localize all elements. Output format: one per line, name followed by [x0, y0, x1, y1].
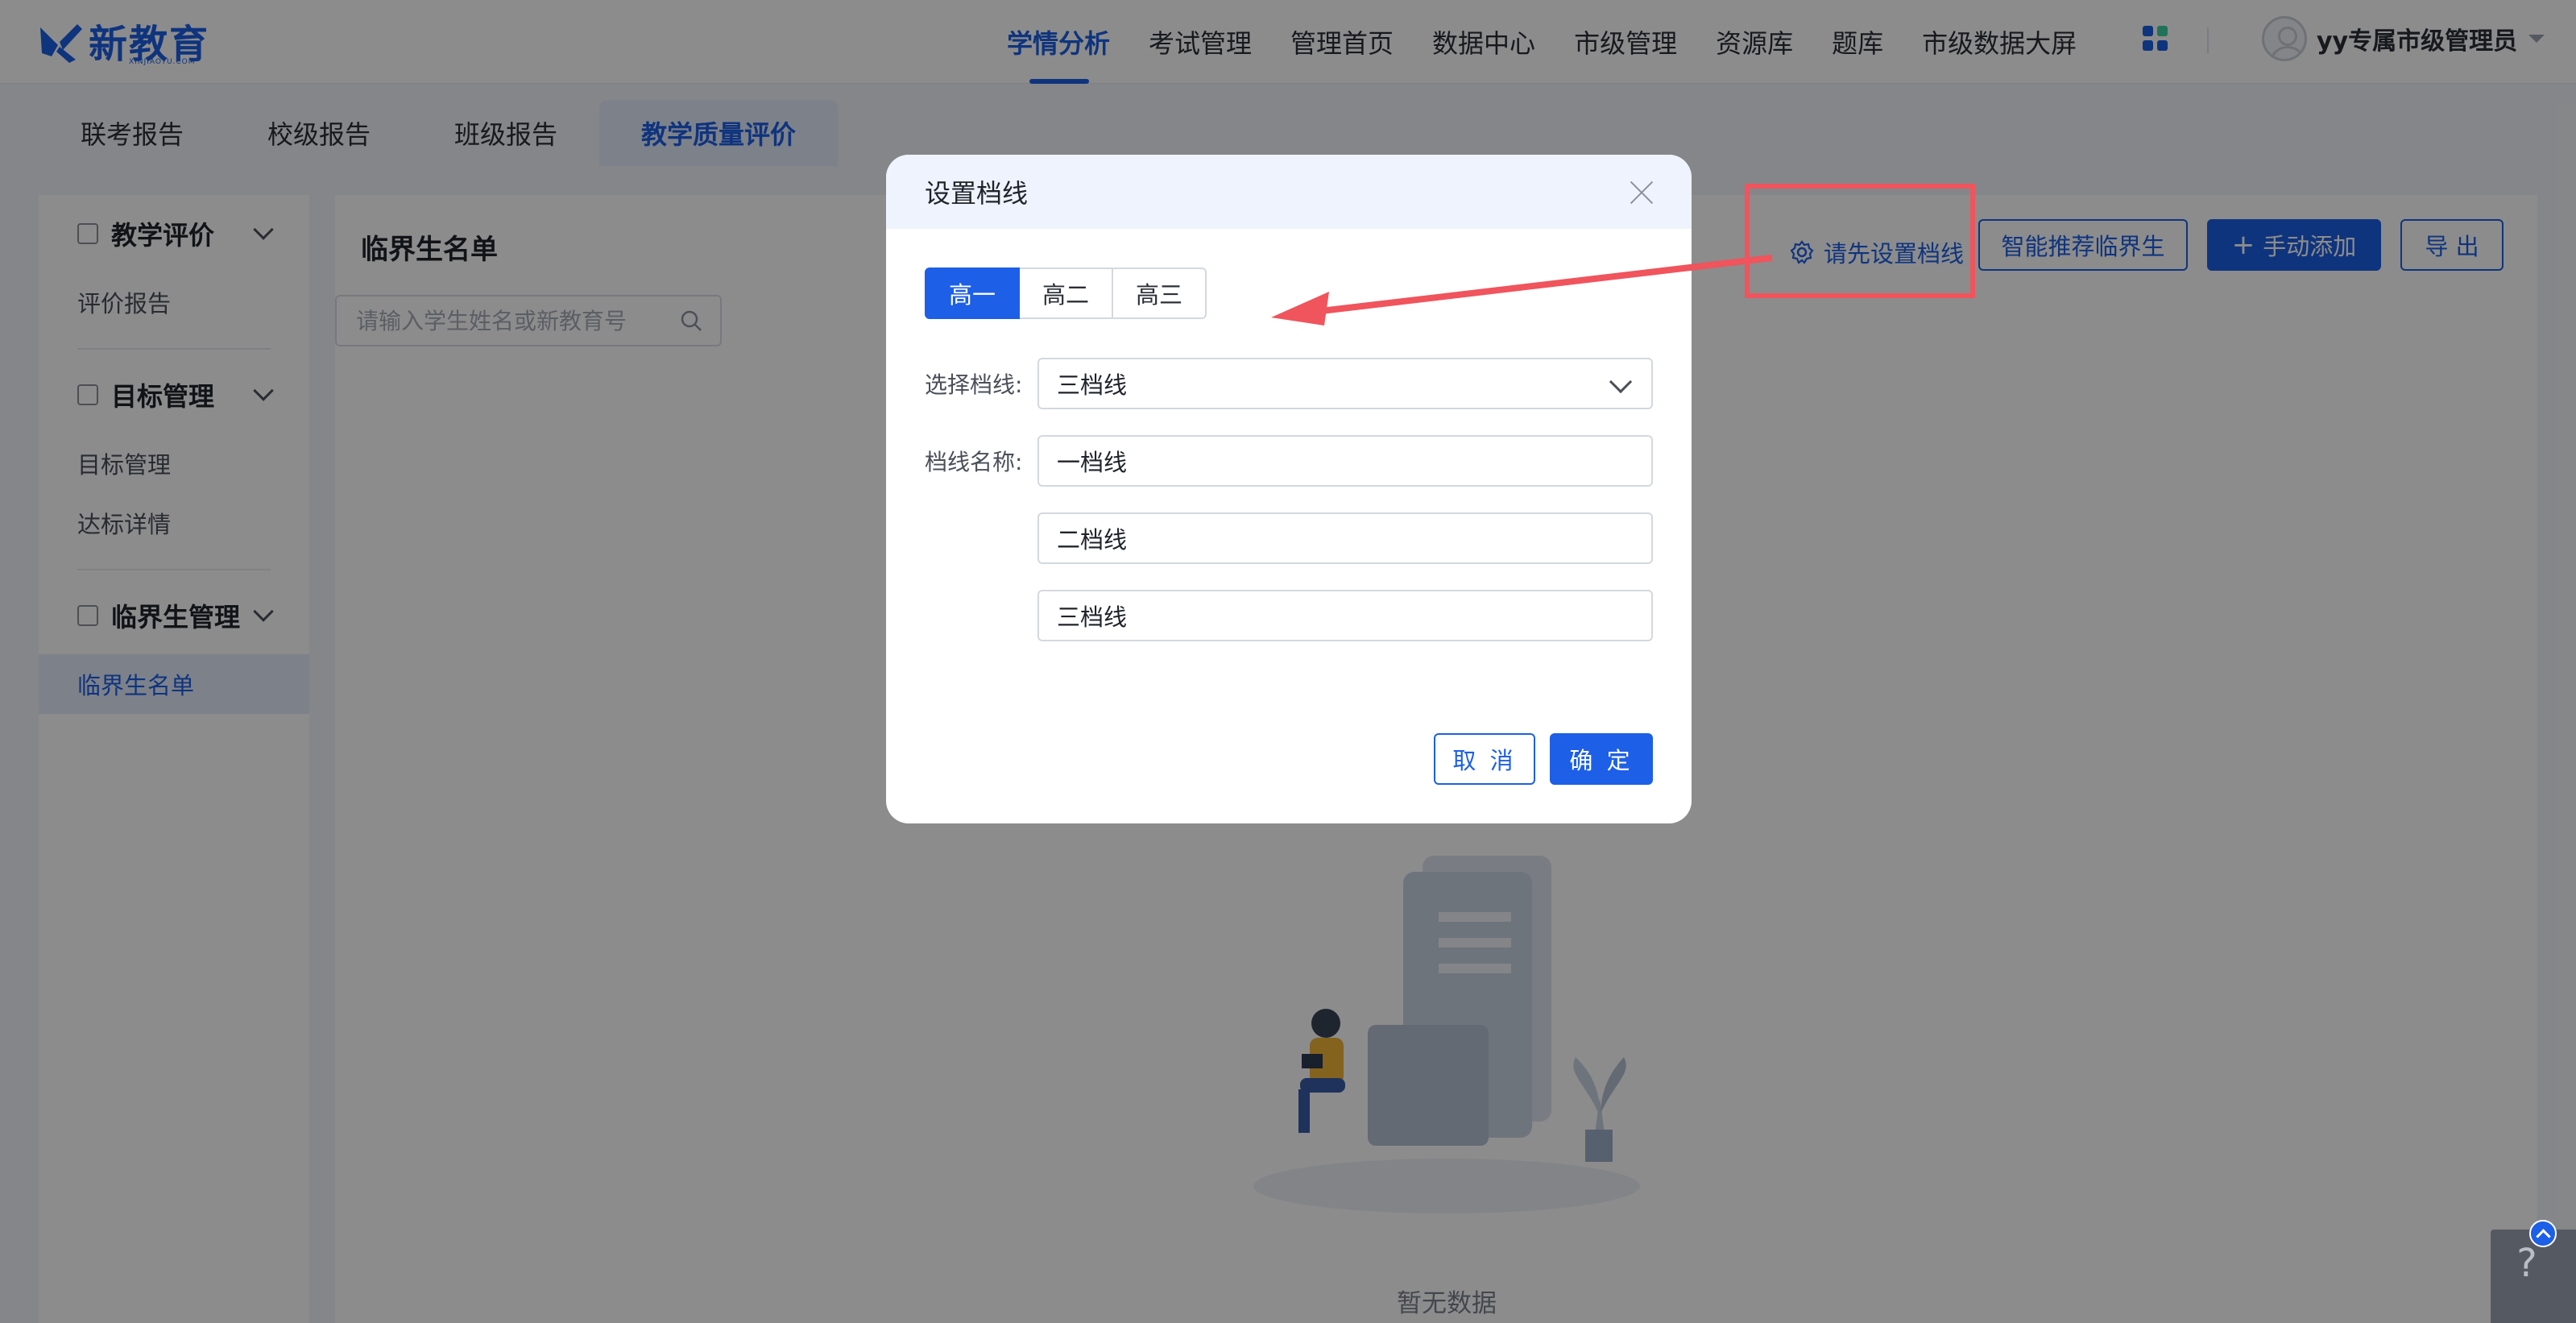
chevron-down-icon: [1609, 370, 1633, 394]
grade-tabs: 高一 高二 高三: [925, 268, 1207, 319]
select-line-label: 选择档线:: [925, 371, 1023, 398]
annotation-highlight-box: [1745, 184, 1975, 298]
line-select-value: 三档线: [1057, 371, 1128, 399]
chevron-up-icon[interactable]: [2529, 1220, 2557, 1247]
cancel-button[interactable]: 取 消: [1434, 733, 1535, 785]
line-name-input-1[interactable]: 一档线: [1037, 435, 1653, 487]
line-name-input-3[interactable]: 三档线: [1037, 590, 1653, 641]
line-name-label: 档线名称:: [925, 449, 1023, 475]
help-icon: ?: [2516, 1241, 2537, 1286]
line-select[interactable]: 三档线: [1037, 358, 1653, 409]
dialog-header: 设置档线: [886, 155, 1692, 229]
grade-tab-1[interactable]: 高一: [925, 268, 1020, 319]
line-name-input-2[interactable]: 二档线: [1037, 512, 1653, 564]
set-lines-dialog: 设置档线 高一 高二 高三 选择档线: 三档线 档线名称: 一档线 二档线 三档…: [886, 155, 1692, 823]
grade-tab-3[interactable]: 高三: [1112, 268, 1207, 319]
close-icon[interactable]: [1627, 177, 1656, 206]
grade-tab-2[interactable]: 高二: [1018, 268, 1113, 319]
confirm-button[interactable]: 确 定: [1550, 733, 1653, 785]
dialog-title: 设置档线: [925, 178, 1029, 209]
